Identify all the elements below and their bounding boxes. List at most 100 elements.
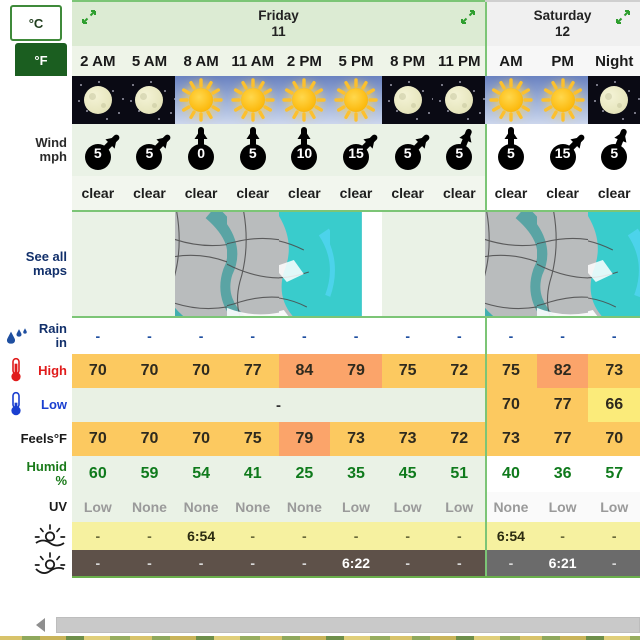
sunrise-row-label [0,522,72,550]
wind-row-label: Wind mph [0,124,72,176]
wind-row: Wind mph 5 5 0 5 10 15 5 5 5 15 5 [0,124,640,176]
feels-like-value: 73 [381,422,434,456]
feels-like-value: 70 [175,422,227,456]
high-temp-value: 73 [588,354,640,388]
uv-value: None [175,492,227,522]
humidity-value: 51 [433,456,486,492]
uv-row-label: UV [0,492,72,522]
feels-like-value: 73 [485,422,537,456]
wind-speed-value: 10 [296,145,313,161]
wind-cell: 5 [588,124,640,176]
rain-value: - [72,318,124,354]
sunrise-value: - [330,522,382,550]
uv-value: Low [588,492,640,522]
feels-like-value: 73 [330,422,382,456]
horizontal-scrollbar[interactable] [0,614,640,636]
radar-map-cell[interactable] [588,212,640,316]
humidity-row: Humid % 60 59 54 41 25 35 45 51 40 36 57 [0,456,640,492]
see-all-maps-line1: See all [25,249,67,265]
unit-toggle-column: °C [0,0,72,46]
radar-map-cell[interactable] [485,212,537,316]
day-header-bar: °C Friday 11 Saturday 12 [0,0,640,46]
radar-map-cell[interactable] [123,212,176,316]
scrollbar-track[interactable] [56,617,640,633]
radar-map-cell[interactable] [175,212,227,316]
high-temp-value: 77 [226,354,279,388]
expand-arrows-icon[interactable] [460,9,476,25]
humidity-row-label: Humid % [0,456,72,492]
sunset-value: - [278,550,331,576]
see-all-maps-link[interactable]: See all maps [0,210,72,318]
low-temperature-row: Low 70 77 66 - [0,388,640,422]
wind-cell: 5 [123,124,176,176]
see-all-maps-line2: maps [33,263,67,278]
expand-arrows-icon[interactable] [615,9,631,25]
feels-like-value: 72 [433,422,486,456]
low-temp-value [226,388,279,422]
hour-header-2-pm: 2 PM [278,46,331,76]
wind-cell: 5 [485,124,537,176]
wind-cell: 5 [72,124,124,176]
low-temp-value: 70 [485,388,537,422]
high-temp-value: 75 [485,354,537,388]
condition-text: clear [226,176,279,210]
humidity-value: 54 [175,456,227,492]
sun-icon [226,76,279,124]
radar-map-cell[interactable] [72,212,124,316]
feels-label: Feels°F [20,431,67,447]
sunrise-row: - -6:54- - - - -6:54- - [0,522,640,550]
wind-cell: 15 [330,124,382,176]
humidity-value: 59 [123,456,176,492]
sunset-value: - [588,550,640,576]
sunrise-value: 6:54 [485,522,537,550]
condition-text: clear [433,176,486,210]
sunset-value: - [433,550,486,576]
condition-text: clear [72,176,124,210]
radar-map-cell[interactable] [226,212,279,316]
radar-map-cell[interactable] [278,212,331,316]
sunrise-value: 6:54 [175,522,227,550]
rain-value: - [175,318,227,354]
humidity-value: 25 [278,456,331,492]
hour-header-5-pm: 5 PM [330,46,382,76]
low-temp-value [330,388,382,422]
scroll-left-arrow-icon[interactable] [36,618,45,632]
radar-map-row: See all maps [0,210,640,318]
high-temp-value: 70 [175,354,227,388]
humidity-label-line2: % [55,473,67,488]
rain-label-line1: Rain [38,321,67,337]
expand-arrows-icon[interactable] [81,9,97,25]
high-label: High [38,363,67,379]
radar-map-cell[interactable] [381,212,434,316]
fahrenheit-toggle-button[interactable]: °F [15,43,67,79]
humidity-value: 45 [381,456,434,492]
sunrise-value: - [123,522,176,550]
sunrise-value: - [72,522,124,550]
sunrise-value: - [278,522,331,550]
wind-cell: 5 [381,124,434,176]
wind-cell: 5 [433,124,486,176]
radar-map-cell[interactable] [330,212,382,316]
condition-text: clear [588,176,640,210]
celsius-toggle-button[interactable]: °C [10,5,62,41]
rain-value: - [123,318,176,354]
hour-header-pm: PM [536,46,589,76]
high-temp-value: 72 [433,354,486,388]
radar-map-cell[interactable] [536,212,589,316]
thermometer-cold-icon [8,391,24,420]
uv-value: None [123,492,176,522]
humidity-value: 57 [588,456,640,492]
wind-speed-value: 5 [145,145,154,161]
sunset-value: - [226,550,279,576]
rain-row-label: Rain in [0,318,72,354]
day-header-friday[interactable]: Friday 11 [72,0,486,46]
condition-text: clear [123,176,176,210]
humidity-label-line1: Humid [26,459,67,475]
rain-value: - [278,318,331,354]
moon-icon [381,76,434,124]
sun-icon [536,76,589,124]
radar-map-cell[interactable] [433,212,486,316]
bottom-decorative-strip [0,636,640,640]
low-temp-value [123,388,176,422]
day-header-saturday[interactable]: Saturday 12 [485,0,640,46]
